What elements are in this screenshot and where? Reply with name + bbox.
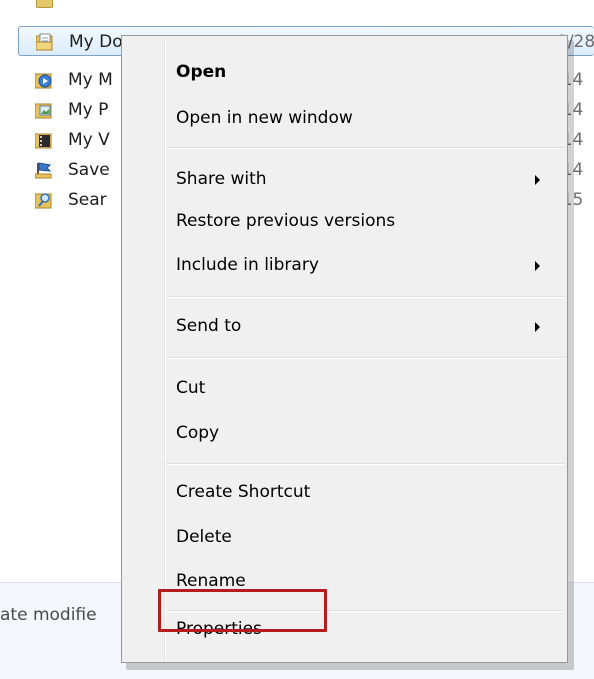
- menu-item-label: Open in new window: [176, 108, 353, 128]
- menu-item-label: Delete: [176, 527, 232, 547]
- documents-folder-icon: [36, 33, 53, 51]
- menu-item-open-in-new-window[interactable]: Open in new window: [124, 100, 565, 138]
- folder-icon: [36, 0, 53, 8]
- menu-separator: [166, 463, 565, 465]
- menu-item-delete[interactable]: Delete: [124, 519, 565, 557]
- searches-folder-icon: [35, 193, 52, 209]
- menu-item-label: Open: [176, 62, 227, 82]
- pictures-folder-icon: [35, 103, 52, 119]
- menu-separator: [166, 296, 565, 298]
- menu-separator: [166, 357, 565, 359]
- menu-item-share-with[interactable]: Share with: [124, 161, 565, 199]
- menu-item-label: Send to: [176, 316, 242, 336]
- menu-separator: [166, 147, 565, 149]
- menu-item-label: Include in library: [176, 255, 319, 275]
- file-name: My P: [68, 100, 109, 120]
- menu-item-copy[interactable]: Copy: [124, 415, 565, 453]
- menu-item-label: Cut: [176, 378, 206, 398]
- context-menu: Open Open in new window Share with Resto…: [121, 35, 568, 663]
- videos-folder-icon: [35, 133, 52, 149]
- file-name: Sear: [68, 190, 107, 210]
- explorer-window: My Documents 2/28 My M /14 My P /14 My V…: [0, 0, 594, 679]
- saved-games-folder-icon: [35, 162, 52, 179]
- submenu-arrow-icon: [535, 175, 540, 185]
- menu-item-label: Copy: [176, 423, 220, 443]
- submenu-arrow-icon: [535, 322, 540, 332]
- menu-item-label: Create Shortcut: [176, 482, 311, 502]
- menu-item-create-shortcut[interactable]: Create Shortcut: [124, 474, 565, 512]
- menu-item-label: Restore previous versions: [176, 211, 396, 231]
- menu-item-send-to[interactable]: Send to: [124, 308, 565, 346]
- file-name: My V: [68, 130, 110, 150]
- menu-item-include-in-library[interactable]: Include in library: [124, 247, 565, 285]
- menu-item-label: Rename: [176, 571, 246, 591]
- music-folder-icon: [35, 73, 52, 89]
- menu-item-cut[interactable]: Cut: [124, 370, 565, 408]
- file-name: Save: [68, 160, 110, 180]
- menu-item-open[interactable]: Open: [124, 54, 565, 92]
- submenu-arrow-icon: [535, 261, 540, 271]
- status-bar-text: ate modifie: [0, 605, 97, 625]
- menu-item-label: Share with: [176, 169, 267, 189]
- properties-highlight-box: [158, 589, 327, 632]
- menu-item-restore-previous-versions[interactable]: Restore previous versions: [124, 203, 565, 241]
- file-name: My M: [68, 70, 113, 90]
